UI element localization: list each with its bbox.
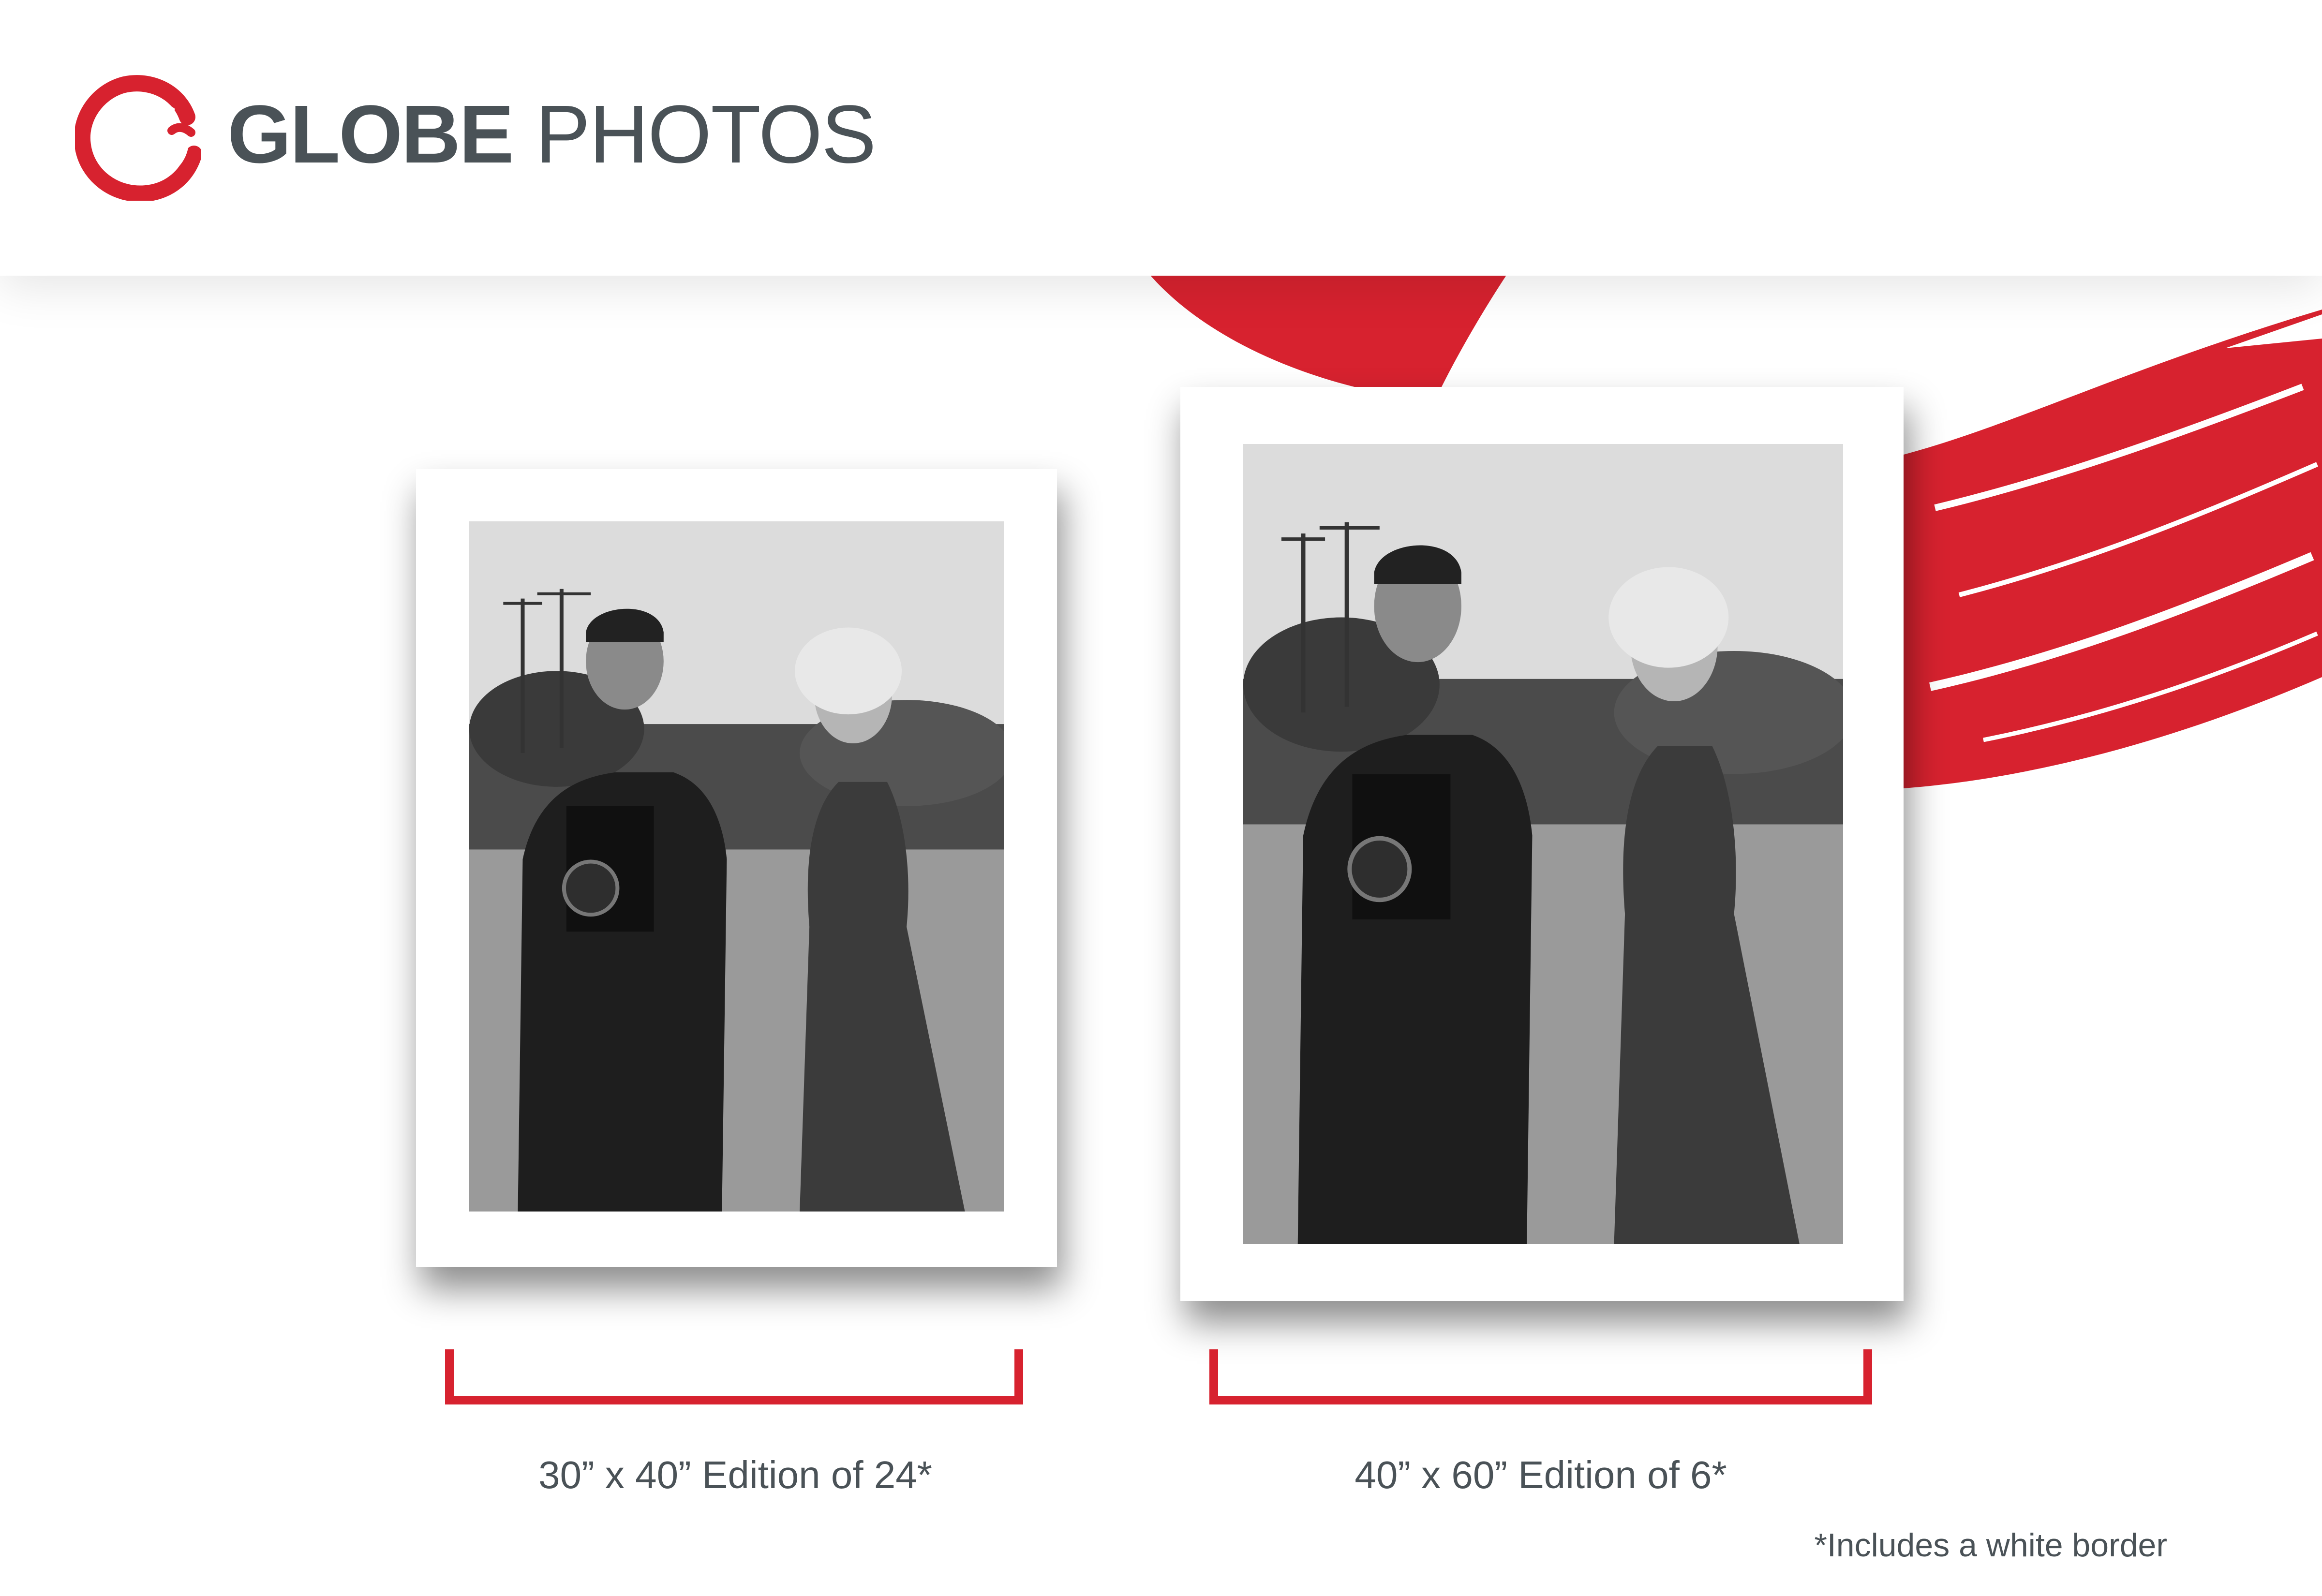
photo-small-illustration — [469, 521, 1004, 1212]
size-bracket-large — [1209, 1349, 1872, 1404]
photo-small — [469, 521, 1004, 1212]
header: GLOBE PHOTOS — [0, 0, 2322, 276]
brand-wordmark[interactable]: GLOBE PHOTOS — [227, 86, 877, 183]
edition-label-small: 30” x 40” Edition of 24* — [538, 1453, 932, 1496]
photo-large — [1243, 444, 1843, 1244]
print-preview-small[interactable] — [416, 469, 1057, 1267]
border-footnote: *Includes a white border — [1814, 1527, 2167, 1564]
edition-label-large: 40” x 60” Edition of 6* — [1354, 1453, 1727, 1496]
size-bracket-small — [445, 1349, 1023, 1404]
globe-logo-icon[interactable] — [75, 73, 201, 201]
print-preview-large[interactable] — [1180, 387, 1904, 1301]
brand-bold-text: GLOBE — [227, 89, 514, 180]
photo-large-illustration — [1243, 444, 1843, 1244]
brand-light-text: PHOTOS — [535, 89, 877, 180]
